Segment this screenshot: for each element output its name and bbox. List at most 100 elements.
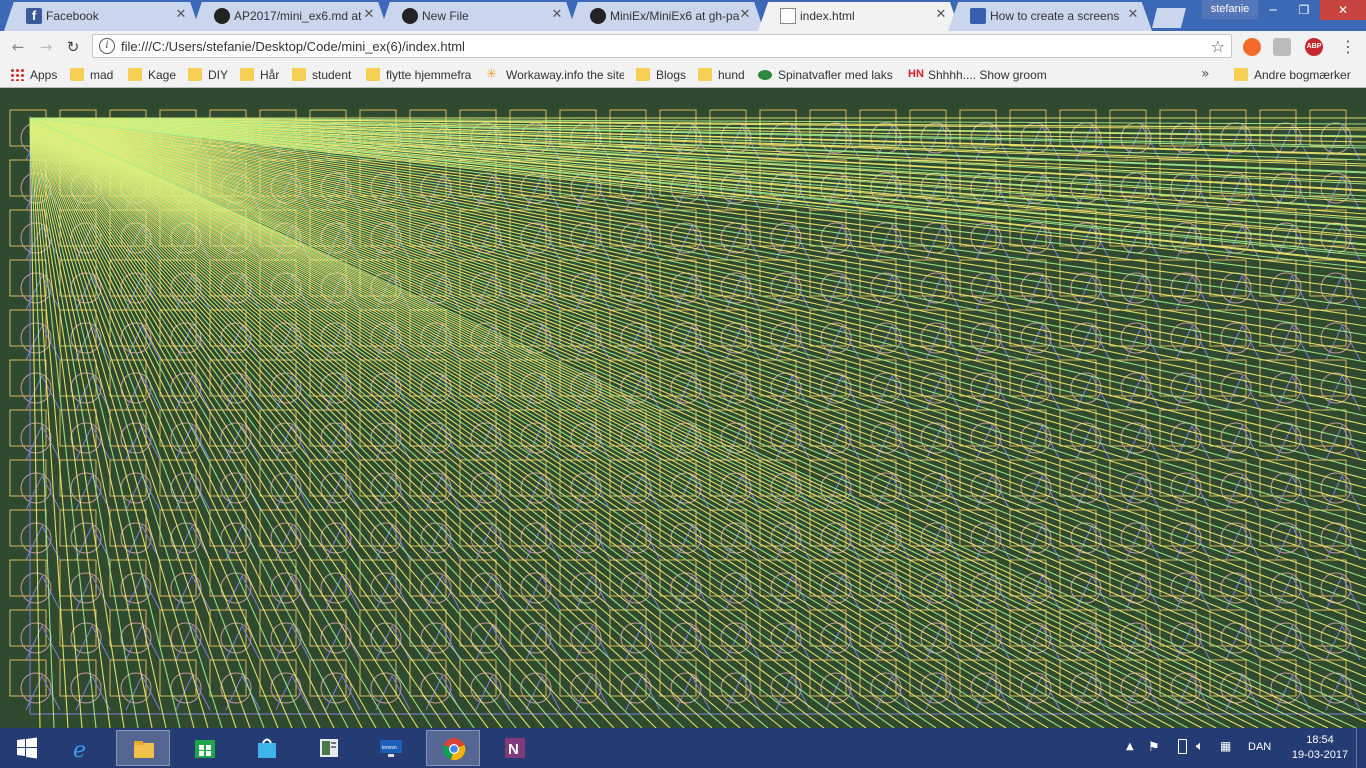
grid-triangle xyxy=(1175,474,1211,511)
bookmark-flytte-hjemmefra[interactable]: flytte hjemmefra xyxy=(366,67,478,83)
start-button[interactable] xyxy=(0,730,54,766)
taskbar-file-explorer[interactable] xyxy=(116,730,170,766)
github-icon xyxy=(402,8,418,24)
bookmark-workaway[interactable]: ✳ Workaway.info the site xyxy=(486,67,624,83)
tab-title: New File xyxy=(422,9,469,23)
reload-button[interactable]: ↻ xyxy=(63,37,83,57)
page-icon xyxy=(970,8,986,24)
back-button[interactable]: ← xyxy=(8,37,28,57)
tab-strip: f Facebook ✕ AP2017/mini_ex6.md at ✕ New… xyxy=(0,0,1366,31)
folder-icon xyxy=(188,68,202,81)
flag-icon[interactable]: ⚑ xyxy=(1148,740,1160,755)
close-icon[interactable]: ✕ xyxy=(362,8,376,22)
bookmark-student[interactable]: student xyxy=(292,67,358,83)
tab-facebook[interactable]: f Facebook ✕ xyxy=(4,2,200,31)
store-icon xyxy=(195,740,215,758)
folder-icon xyxy=(70,68,84,81)
taskbar-chrome[interactable] xyxy=(426,730,480,766)
grid-triangle xyxy=(375,524,411,561)
fire-extension-icon[interactable] xyxy=(1243,38,1261,56)
forward-button[interactable]: → xyxy=(36,37,56,57)
bookmark-mad[interactable]: mad xyxy=(70,67,120,83)
taskbar-lenovo[interactable]: lenovo xyxy=(364,730,418,766)
lenovo-icon: lenovo xyxy=(380,740,402,757)
bookmark-show-groom[interactable]: HN Shhhh.... Show groom xyxy=(908,67,1048,83)
tab-title: Facebook xyxy=(46,9,99,23)
tab-ap2017[interactable]: AP2017/mini_ex6.md at ✕ xyxy=(192,2,388,31)
adblock-icon[interactable]: ABP xyxy=(1305,38,1323,56)
bookmark-other[interactable]: Andre bogmærker xyxy=(1234,67,1360,83)
page-canvas xyxy=(0,88,1366,728)
address-text[interactable]: file:///C:/Users/stefanie/Desktop/Code/m… xyxy=(121,39,465,54)
clock[interactable]: 18:54 19-03-2017 xyxy=(1290,733,1350,763)
tab-index-html[interactable]: index.html ✕ xyxy=(758,2,960,31)
grid-triangle xyxy=(375,574,411,611)
network-icon[interactable]: ▦ xyxy=(1220,739,1231,753)
github-icon xyxy=(214,8,230,24)
folder-icon xyxy=(1234,68,1248,81)
volume-icon[interactable]: 🔈︎ xyxy=(1196,739,1204,754)
taskbar-store[interactable] xyxy=(178,730,232,766)
more-bookmarks-chevron-icon[interactable]: » xyxy=(1201,66,1210,82)
grid-triangle xyxy=(775,424,811,461)
menu-icon[interactable]: ⋮ xyxy=(1339,38,1357,56)
grid-triangle xyxy=(1225,474,1261,511)
restore-button[interactable]: ❐ xyxy=(1289,0,1319,20)
grid-triangle xyxy=(825,474,861,511)
taskbar-onenote[interactable]: N xyxy=(488,730,542,766)
grid-triangle xyxy=(25,674,61,711)
bookmark-hund[interactable]: hund xyxy=(698,67,750,83)
new-tab-button[interactable] xyxy=(1152,8,1186,28)
close-icon[interactable]: ✕ xyxy=(174,8,188,22)
facebook-icon: f xyxy=(26,8,42,24)
language-indicator[interactable]: DAN xyxy=(1248,741,1271,753)
bookmark-kage[interactable]: Kage xyxy=(128,67,180,83)
close-icon[interactable]: ✕ xyxy=(550,8,564,22)
taskbar-shopping[interactable] xyxy=(240,730,294,766)
grid-triangle xyxy=(475,624,511,661)
grid-triangle xyxy=(375,674,411,711)
tab-title: AP2017/mini_ex6.md at xyxy=(234,9,362,23)
close-icon[interactable]: ✕ xyxy=(1126,8,1140,22)
bookmark-spinatvafler[interactable]: Spinatvafler med laks xyxy=(758,67,894,83)
grid-triangle xyxy=(725,524,761,561)
tab-how-to-screenshot[interactable]: How to create a screens ✕ xyxy=(948,2,1152,31)
bookmark-apps[interactable]: Apps xyxy=(10,67,66,83)
bookmark-star-icon[interactable]: ☆ xyxy=(1211,37,1225,56)
grid-triangle xyxy=(1125,624,1161,661)
taskbar-reader[interactable] xyxy=(302,730,356,766)
grid-triangle xyxy=(275,474,311,511)
info-icon[interactable]: i xyxy=(99,38,115,54)
address-bar[interactable]: i file:///C:/Users/stefanie/Desktop/Code… xyxy=(92,34,1232,58)
show-hidden-icons-chevron-icon[interactable]: ▲ xyxy=(1126,741,1134,752)
profile-button[interactable]: stefanie xyxy=(1202,0,1258,19)
grid-triangle xyxy=(125,624,161,661)
bookmark-blogs[interactable]: Blogs xyxy=(636,67,692,83)
tab-new-file[interactable]: New File ✕ xyxy=(380,2,576,31)
grid-triangle xyxy=(525,524,561,561)
recipe-icon xyxy=(758,70,772,80)
close-icon[interactable]: ✕ xyxy=(934,8,948,22)
bookmark-har[interactable]: Hår xyxy=(240,67,286,83)
generative-artwork xyxy=(9,109,1366,728)
window-close-button[interactable]: ✕ xyxy=(1320,0,1366,20)
bookmark-diy[interactable]: DIY xyxy=(188,67,232,83)
bookmarks-bar: Apps mad Kage DIY Hår student flytte hje… xyxy=(0,63,1366,88)
grid-triangle xyxy=(25,474,61,511)
folder-icon xyxy=(240,68,254,81)
minimize-button[interactable]: ─ xyxy=(1258,0,1288,20)
close-icon[interactable]: ✕ xyxy=(738,8,752,22)
grid-triangle xyxy=(25,574,61,611)
github-icon xyxy=(590,8,606,24)
tab-title: MiniEx/MiniEx6 at gh-pa xyxy=(610,9,740,23)
taskbar-internet-explorer[interactable]: e xyxy=(54,730,108,766)
grid-triangle xyxy=(175,624,211,661)
battery-icon[interactable] xyxy=(1178,739,1187,754)
tab-miniex6[interactable]: MiniEx/MiniEx6 at gh-pa ✕ xyxy=(568,2,764,31)
grid-triangle xyxy=(1125,424,1161,461)
grid-triangle xyxy=(25,524,61,561)
shopping-bag-icon xyxy=(258,738,276,758)
show-desktop-button[interactable] xyxy=(1356,728,1366,768)
extension-icon[interactable] xyxy=(1273,38,1291,56)
grid-triangle xyxy=(975,524,1011,561)
